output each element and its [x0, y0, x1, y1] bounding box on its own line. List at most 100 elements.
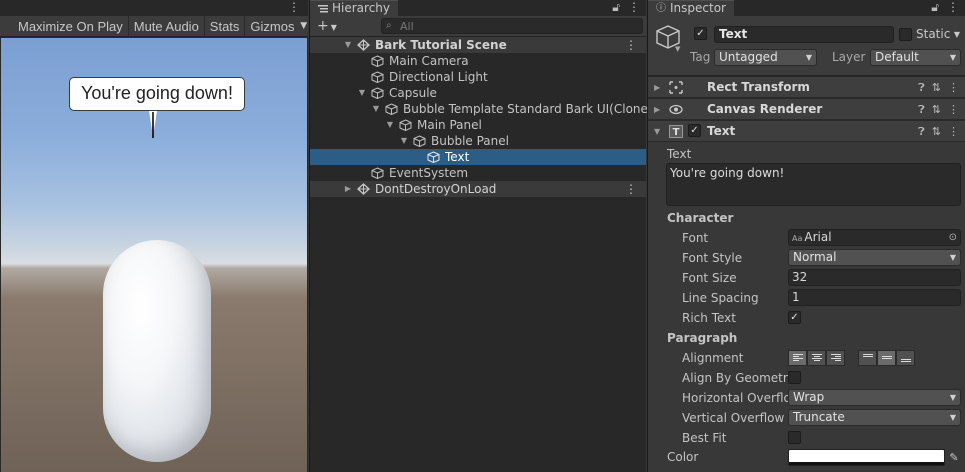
hierarchy-item-bubble-template[interactable]: ▼ Bubble Template Standard Bark UI(Clone…	[310, 101, 653, 117]
align-left-icon	[793, 354, 803, 362]
hierarchy-item-label: Main Camera	[389, 54, 469, 68]
line-spacing-field[interactable]: 1	[788, 289, 961, 306]
hierarchy-menu-icon[interactable]: ⋮	[628, 0, 640, 14]
align-bottom-button[interactable]	[896, 350, 915, 366]
hierarchy-tab-label: Hierarchy	[332, 1, 391, 15]
alignment-property: Alignment	[648, 348, 965, 368]
font-size-field[interactable]: 32	[788, 269, 961, 286]
hierarchy-item-label: Directional Light	[389, 70, 488, 84]
align-center-button[interactable]	[807, 350, 826, 366]
object-picker-icon[interactable]: ⊙	[949, 230, 957, 245]
text-enabled-checkbox[interactable]: ✓	[688, 124, 701, 137]
align-right-button[interactable]	[826, 350, 845, 366]
text-content-area[interactable]: You're going down!	[666, 163, 961, 206]
best-fit-checkbox[interactable]	[788, 431, 801, 444]
hierarchy-item-directional-light[interactable]: Directional Light	[310, 69, 646, 85]
mute-audio-button[interactable]: Mute Audio	[129, 15, 205, 37]
expand-arrow-icon[interactable]: ▼	[385, 117, 395, 133]
unity-editor: ⋮ Maximize On Play Mute Audio Stats Gizm…	[0, 0, 965, 472]
gameobject-name-field[interactable]: Text	[714, 26, 894, 43]
font-style-dropdown[interactable]: Normal ▼	[788, 249, 961, 266]
align-middle-button[interactable]	[877, 350, 896, 366]
scene-menu-icon[interactable]: ⋮	[625, 181, 637, 197]
hierarchy-item-text[interactable]: Text	[310, 149, 646, 165]
eyedropper-icon[interactable]: ✎	[947, 449, 961, 466]
hierarchy-search-field[interactable]: ⌕	[381, 18, 643, 34]
rich-text-checkbox[interactable]: ✓	[788, 311, 801, 324]
add-object-icon[interactable]: + ▼	[317, 16, 337, 38]
hierarchy-item-bark-tutorial-scene[interactable]: ▼ Bark Tutorial Scene ⋮	[310, 37, 646, 53]
expand-arrow-icon[interactable]: ▼	[371, 101, 381, 117]
vertical-overflow-dropdown[interactable]: Truncate ▼	[788, 409, 961, 426]
help-icon[interactable]: ❓︎	[918, 125, 925, 138]
align-left-button[interactable]	[788, 350, 807, 366]
component-title: Canvas Renderer	[707, 102, 823, 116]
hierarchy-item-bubble-panel[interactable]: ▼ Bubble Panel	[310, 133, 646, 149]
horizontal-overflow-value: Wrap	[793, 390, 825, 404]
align-top-button[interactable]	[858, 350, 877, 366]
horizontal-overflow-dropdown[interactable]: Wrap ▼	[788, 389, 961, 406]
hierarchy-tab-controls: 🔓︎ ⋮	[604, 0, 640, 14]
hierarchy-tree: ▼ Bark Tutorial Scene ⋮ Main Camera Dire…	[310, 37, 653, 197]
text-component[interactable]: ▼ T ✓ Text ❓︎ ⇅ ⋮	[648, 120, 965, 142]
layer-dropdown[interactable]: Default ▼	[870, 49, 961, 66]
paragraph-section-header: Paragraph	[667, 331, 738, 345]
scene-menu-icon[interactable]: ⋮	[625, 37, 637, 53]
gameobject-active-checkbox[interactable]: ✓	[694, 27, 707, 40]
inspector-tab-controls: 🔓︎ ⋮	[923, 0, 959, 14]
game-viewport[interactable]: You're going down!	[1, 38, 307, 472]
canvas-renderer-component[interactable]: ▶ Canvas Renderer ❓︎ ⇅ ⋮	[648, 98, 965, 120]
hierarchy-item-eventsystem[interactable]: EventSystem	[310, 165, 646, 181]
inspector-panel: ⓘ Inspector 🔓︎ ⋮ ▼ ✓ Text Static ▼ Tag Unt…	[647, 0, 965, 472]
expand-arrow-icon[interactable]: ▼	[343, 37, 353, 53]
help-icon[interactable]: ❓︎	[918, 103, 925, 116]
gizmos-button[interactable]: Gizmos	[245, 16, 299, 37]
tag-dropdown[interactable]: Untagged ▼	[714, 49, 817, 66]
best-fit-property: Best Fit	[648, 428, 965, 448]
eye-icon	[669, 104, 683, 115]
color-swatch[interactable]	[788, 449, 945, 466]
hierarchy-item-dontdestroyonload[interactable]: ▶ DontDestroyOnLoad ⋮	[310, 181, 646, 197]
align-bottom-icon	[901, 359, 911, 363]
hierarchy-item-main-camera[interactable]: Main Camera	[310, 53, 646, 69]
align-by-geometry-checkbox[interactable]	[788, 371, 801, 384]
font-size-property: Font Size 32	[648, 268, 965, 288]
component-menu-icon[interactable]: ⋮	[948, 103, 959, 116]
hierarchy-tab[interactable]: Hierarchy	[310, 0, 399, 16]
preset-icon[interactable]: ⇅	[932, 103, 941, 116]
component-title: Rect Transform	[707, 80, 810, 94]
static-dropdown-icon[interactable]: ▼	[954, 26, 960, 43]
collapse-arrow-icon[interactable]: ▶	[654, 99, 660, 120]
component-menu-icon[interactable]: ⋮	[948, 81, 959, 94]
inspector-menu-icon[interactable]: ⋮	[947, 0, 959, 14]
icon-dropdown-icon[interactable]: ▼	[675, 45, 680, 53]
hierarchy-item-label: Main Panel	[417, 118, 482, 132]
expand-arrow-icon[interactable]: ▼	[357, 85, 367, 101]
hierarchy-search-input[interactable]	[400, 19, 630, 33]
static-checkbox[interactable]	[899, 28, 912, 41]
expand-arrow-icon[interactable]: ▼	[399, 133, 409, 149]
collapse-arrow-icon[interactable]: ▶	[343, 181, 353, 197]
hierarchy-item-main-panel[interactable]: ▼ Main Panel	[310, 117, 646, 133]
game-view-panel: ⋮ Maximize On Play Mute Audio Stats Gizm…	[0, 0, 308, 472]
preset-icon[interactable]: ⇅	[932, 81, 941, 94]
expand-arrow-icon[interactable]: ▼	[654, 121, 660, 142]
svg-text:T: T	[673, 127, 680, 138]
gizmos-dropdown-icon[interactable]: ▼	[299, 21, 308, 31]
component-controls: ❓︎ ⇅ ⋮	[911, 99, 959, 120]
help-icon[interactable]: ❓︎	[918, 81, 925, 94]
collapse-arrow-icon[interactable]: ▶	[654, 77, 660, 98]
rect-transform-component[interactable]: ▶ Rect Transform ❓︎ ⇅ ⋮	[648, 76, 965, 98]
game-view-menu-icon[interactable]: ⋮	[288, 0, 300, 14]
component-menu-icon[interactable]: ⋮	[948, 125, 959, 138]
hierarchy-item-capsule[interactable]: ▼ Capsule	[310, 85, 646, 101]
font-object-field[interactable]: Aa Arial ⊙	[788, 229, 961, 246]
lock-icon[interactable]: 🔓︎	[612, 0, 620, 14]
font-style-property: Font Style Normal ▼	[648, 248, 965, 268]
inspector-tab[interactable]: ⓘ Inspector	[648, 0, 734, 16]
preset-icon[interactable]: ⇅	[932, 125, 941, 138]
lock-icon[interactable]: 🔓︎	[931, 0, 939, 14]
stats-button[interactable]: Stats	[205, 15, 246, 37]
maximize-on-play-button[interactable]: Maximize On Play	[0, 15, 129, 37]
unity-scene-icon	[357, 39, 370, 51]
